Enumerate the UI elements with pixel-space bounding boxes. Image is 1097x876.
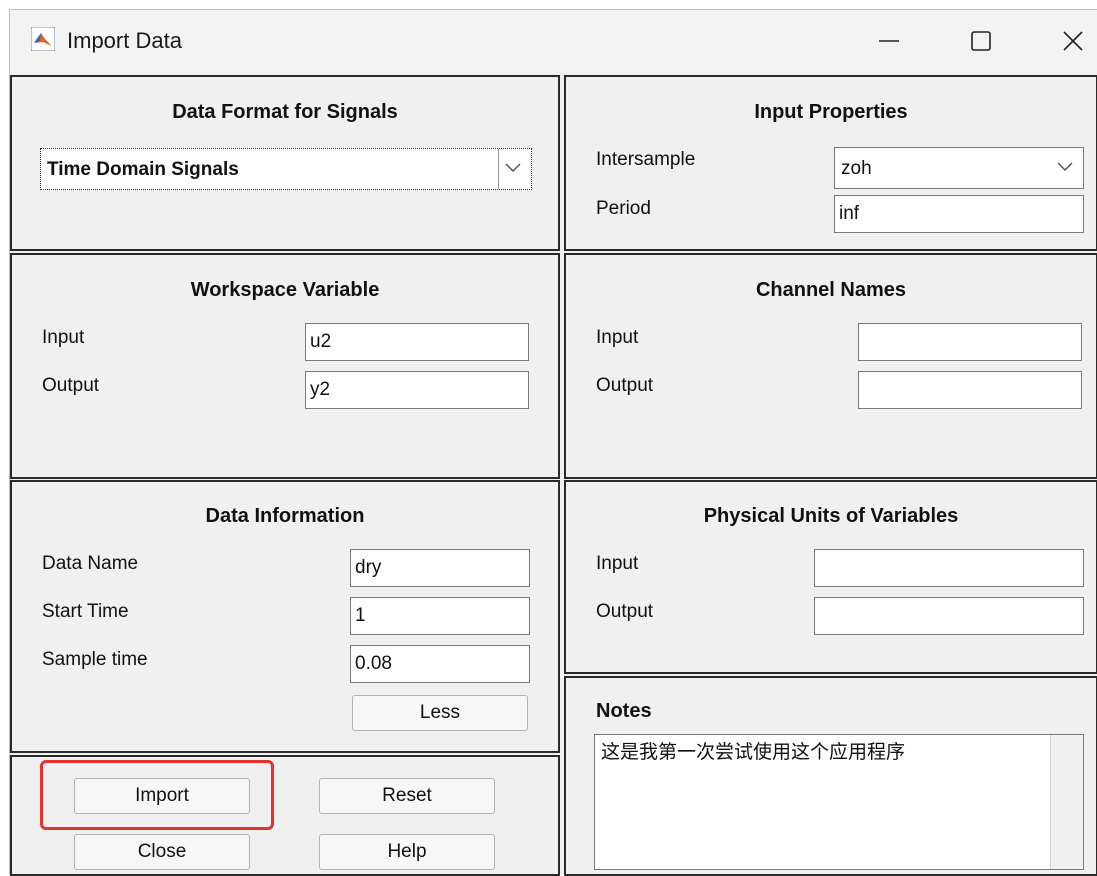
notes-panel: Notes 这是我第一次尝试使用这个应用程序 (564, 676, 1097, 876)
channel-names-panel: Channel Names Input Output (564, 253, 1097, 479)
channel-output-field[interactable] (858, 371, 1082, 409)
panel-title: Input Properties (754, 101, 908, 123)
units-input-field[interactable] (814, 549, 1084, 587)
channel-input-label: Input (596, 327, 639, 348)
intersample-selected: zoh (841, 158, 872, 179)
matlab-logo-icon (31, 27, 55, 51)
units-input-label: Input (596, 553, 639, 574)
notes-textarea[interactable]: 这是我第一次尝试使用这个应用程序 (594, 734, 1084, 870)
workspace-input-field[interactable]: u2 (305, 323, 529, 361)
panel-title: Channel Names (755, 279, 907, 301)
notes-title: Notes (596, 700, 652, 722)
notes-scrollbar[interactable] (1050, 735, 1083, 869)
less-button[interactable]: Less (352, 695, 528, 731)
physical-units-panel: Physical Units of Variables Input Output (564, 480, 1097, 674)
panel-title: Workspace Variable (190, 279, 380, 301)
channel-output-label: Output (596, 375, 654, 396)
data-format-panel: Data Format for Signals Time Domain Sign… (10, 75, 560, 251)
panel-title: Data Format for Signals (172, 101, 398, 123)
intersample-label: Intersample (596, 149, 696, 170)
close-button[interactable]: Close (74, 834, 250, 870)
window-title: Import Data (67, 28, 182, 53)
workspace-output-label: Output (42, 375, 100, 396)
period-label: Period (596, 198, 651, 219)
workspace-output-field[interactable]: y2 (305, 371, 529, 409)
intersample-select[interactable]: zoh (834, 147, 1084, 189)
import-highlight-box (40, 760, 274, 830)
sample-time-label: Sample time (42, 649, 148, 670)
actions-panel: Import Reset Close Help (10, 755, 560, 876)
period-input[interactable]: inf (834, 195, 1084, 233)
help-button[interactable]: Help (319, 834, 495, 870)
workspace-variable-panel: Workspace Variable Input u2 Output y2 (10, 253, 560, 479)
close-window-button[interactable] (1050, 20, 1096, 62)
sample-time-field[interactable]: 0.08 (350, 645, 530, 683)
chevron-down-icon (1057, 162, 1073, 172)
input-properties-panel: Input Properties Intersample zoh Period … (564, 75, 1097, 251)
start-time-field[interactable]: 1 (350, 597, 530, 635)
chevron-down-icon (505, 163, 521, 173)
panel-title: Physical Units of Variables (703, 505, 959, 527)
panel-title: Data Information (205, 505, 365, 527)
channel-input-field[interactable] (858, 323, 1082, 361)
minimize-button[interactable] (866, 20, 912, 62)
maximize-icon (971, 31, 991, 51)
data-name-field[interactable]: dry (350, 549, 530, 587)
reset-button[interactable]: Reset (319, 778, 495, 814)
units-output-field[interactable] (814, 597, 1084, 635)
units-output-label: Output (596, 601, 654, 622)
title-bar[interactable]: Import Data (10, 10, 1097, 72)
close-icon (1063, 31, 1083, 51)
notes-content: 这是我第一次尝试使用这个应用程序 (601, 741, 906, 763)
minimize-icon (879, 40, 899, 42)
data-information-panel: Data Information Data Name dry Start Tim… (10, 480, 560, 753)
data-name-label: Data Name (42, 553, 139, 574)
import-data-window: Import Data Data Format for Signals Time… (9, 9, 1097, 876)
workspace-input-label: Input (42, 327, 85, 348)
start-time-label: Start Time (42, 601, 129, 622)
maximize-button[interactable] (958, 20, 1004, 62)
data-format-select[interactable]: Time Domain Signals (40, 148, 532, 190)
data-format-selected: Time Domain Signals (47, 159, 239, 180)
